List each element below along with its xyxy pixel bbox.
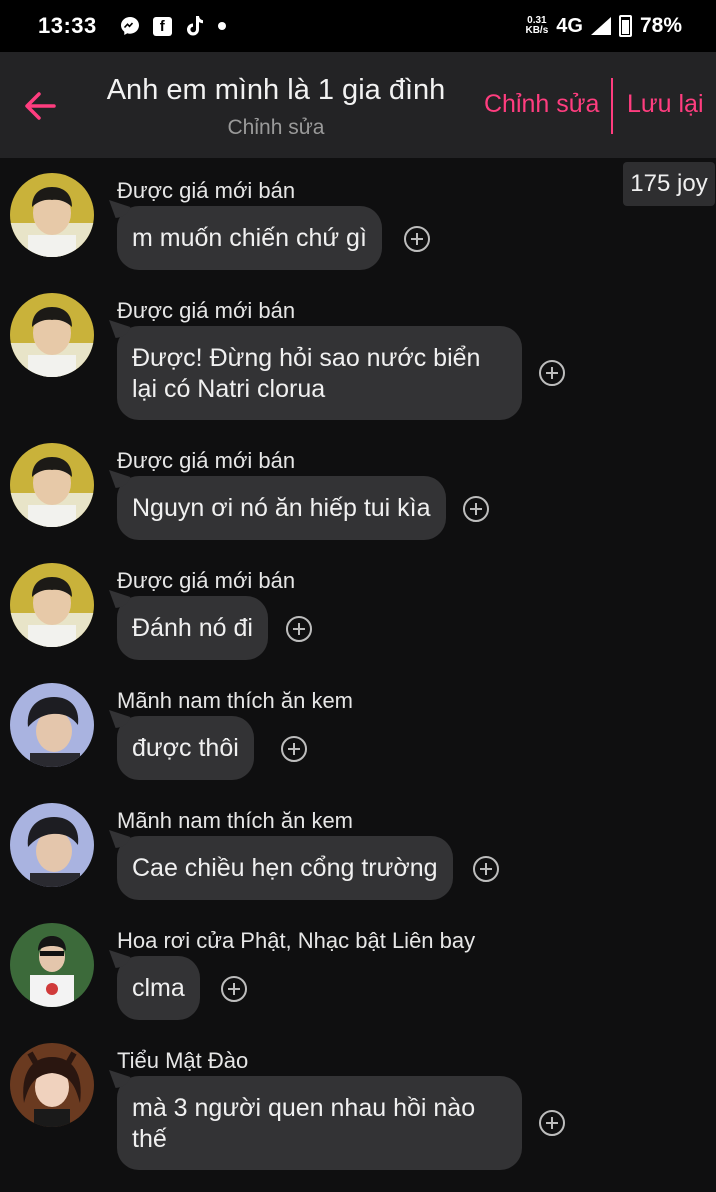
edit-button[interactable]: Chỉnh sửa bbox=[484, 90, 599, 119]
header-divider bbox=[611, 78, 613, 134]
add-reaction-button[interactable] bbox=[221, 976, 247, 1002]
message-bubble[interactable]: Cae chiều hẹn cổng trường bbox=[117, 836, 453, 900]
message-bubble[interactable]: Nguyn ơi nó ăn hiếp tui kìa bbox=[117, 476, 446, 540]
signal-icon bbox=[590, 17, 611, 35]
tiktok-icon bbox=[184, 15, 206, 37]
add-reaction-button[interactable] bbox=[539, 360, 565, 386]
message-bubble[interactable]: Đánh nó đi bbox=[117, 596, 268, 660]
add-reaction-button[interactable] bbox=[404, 226, 430, 252]
system-icons: 0.31 KB/s 4G 78% bbox=[525, 14, 682, 38]
sender-name: Được giá mới bán bbox=[117, 298, 296, 323]
sender-name: Được giá mới bán bbox=[117, 448, 296, 473]
avatar[interactable] bbox=[10, 683, 94, 767]
message-bubble[interactable]: mà 3 người quen nhau hồi nào thế bbox=[117, 1076, 522, 1170]
sender-name: Mãnh nam thích ăn kem bbox=[117, 808, 354, 833]
dot-icon bbox=[217, 22, 226, 30]
chat-subtitle: Chỉnh sửa bbox=[227, 116, 325, 139]
message-bubble[interactable]: được thôi bbox=[117, 716, 254, 780]
avatar[interactable] bbox=[10, 173, 94, 257]
avatar[interactable] bbox=[10, 443, 94, 527]
add-reaction-button[interactable] bbox=[286, 616, 312, 642]
add-reaction-button[interactable] bbox=[463, 496, 489, 522]
joy-badge: 175 joy bbox=[623, 162, 715, 206]
message-bubble[interactable]: clma bbox=[117, 956, 200, 1020]
speed-unit: KB/s bbox=[525, 25, 549, 36]
save-button[interactable]: Lưu lại bbox=[627, 90, 704, 119]
facebook-icon: f bbox=[152, 16, 172, 36]
sender-name: Tiểu Mật Đào bbox=[117, 1048, 249, 1073]
message-bubble[interactable]: m muốn chiến chứ gì bbox=[117, 206, 382, 270]
avatar[interactable] bbox=[10, 923, 94, 1007]
chat-header: Anh em mình là 1 gia đình Chỉnh sửa Chỉn… bbox=[0, 52, 716, 158]
add-reaction-button[interactable] bbox=[473, 856, 499, 882]
message-bubble[interactable]: Được! Đừng hỏi sao nước biển lại có Natr… bbox=[117, 326, 522, 420]
sender-name: Hoa rơi cửa Phật, Nhạc bật Liên bay bbox=[117, 928, 476, 953]
avatar[interactable] bbox=[10, 1043, 94, 1127]
notification-icons: f bbox=[119, 15, 226, 37]
network-speed: 0.31 KB/s bbox=[525, 16, 548, 36]
avatar[interactable] bbox=[10, 293, 94, 377]
avatar[interactable] bbox=[10, 803, 94, 887]
status-bar: 13:33 f 0.31 KB/s 4G 78% bbox=[0, 0, 716, 52]
sender-name: Mãnh nam thích ăn kem bbox=[117, 688, 354, 713]
add-reaction-button[interactable] bbox=[281, 736, 307, 762]
avatar[interactable] bbox=[10, 563, 94, 647]
chat-title: Anh em mình là 1 gia đình bbox=[106, 74, 446, 106]
add-reaction-button[interactable] bbox=[539, 1110, 565, 1136]
sender-name: Được giá mới bán bbox=[117, 178, 296, 203]
status-time: 13:33 bbox=[38, 13, 97, 38]
messenger-icon bbox=[119, 15, 141, 37]
sender-name: Được giá mới bán bbox=[117, 568, 296, 593]
network-type: 4G bbox=[556, 14, 583, 37]
battery-icon bbox=[618, 15, 632, 37]
battery-percent: 78% bbox=[639, 14, 682, 37]
